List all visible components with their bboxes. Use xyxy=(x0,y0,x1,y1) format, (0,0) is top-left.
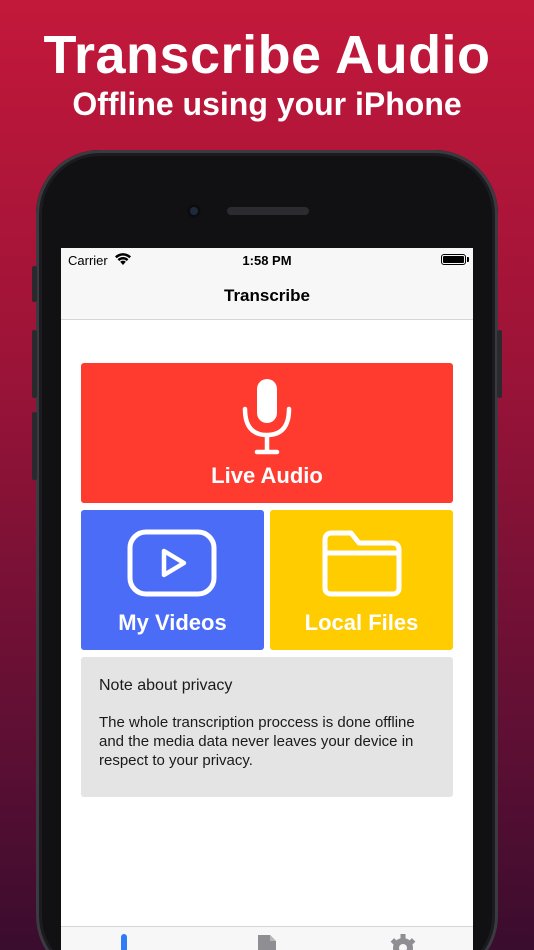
earpiece-speaker xyxy=(227,207,309,215)
phone-volume-up xyxy=(32,330,37,398)
phone-power-button xyxy=(497,330,502,398)
navigation-bar: Transcribe xyxy=(61,272,473,320)
front-camera xyxy=(187,204,201,218)
status-bar: Carrier 1:58 PM xyxy=(61,248,473,272)
app-screen: Carrier 1:58 PM Transcribe Live Audio My… xyxy=(61,248,473,950)
microphone-tab-icon[interactable] xyxy=(117,934,131,950)
document-tab-icon[interactable] xyxy=(256,934,278,950)
promo-subheadline: Offline using your iPhone xyxy=(72,86,462,122)
local-files-label: Local Files xyxy=(304,610,419,635)
privacy-note-title: Note about privacy xyxy=(99,677,233,694)
folder-icon xyxy=(322,530,402,597)
my-videos-label: My Videos xyxy=(118,610,227,635)
battery-icon xyxy=(441,254,466,265)
local-files-button[interactable]: Local Files xyxy=(270,510,453,650)
tab-bar xyxy=(61,926,473,950)
microphone-icon xyxy=(242,379,292,455)
main-content: Live Audio My Videos Local Files Note ab… xyxy=(61,320,473,926)
promo-headline: Transcribe Audio xyxy=(43,25,491,85)
privacy-note: Note about privacy The whole transcripti… xyxy=(81,657,453,797)
privacy-note-body: The whole transcription proccess is done… xyxy=(99,714,415,769)
status-time: 1:58 PM xyxy=(242,253,292,268)
page-title: Transcribe xyxy=(224,286,310,305)
video-play-icon xyxy=(127,529,217,597)
gear-tab-icon[interactable] xyxy=(389,934,417,950)
battery-tip xyxy=(467,257,469,262)
live-audio-button[interactable]: Live Audio xyxy=(81,363,453,503)
my-videos-button[interactable]: My Videos xyxy=(81,510,264,650)
phone-volume-down xyxy=(32,412,37,480)
phone-silent-switch xyxy=(32,266,37,302)
live-audio-label: Live Audio xyxy=(211,463,323,488)
